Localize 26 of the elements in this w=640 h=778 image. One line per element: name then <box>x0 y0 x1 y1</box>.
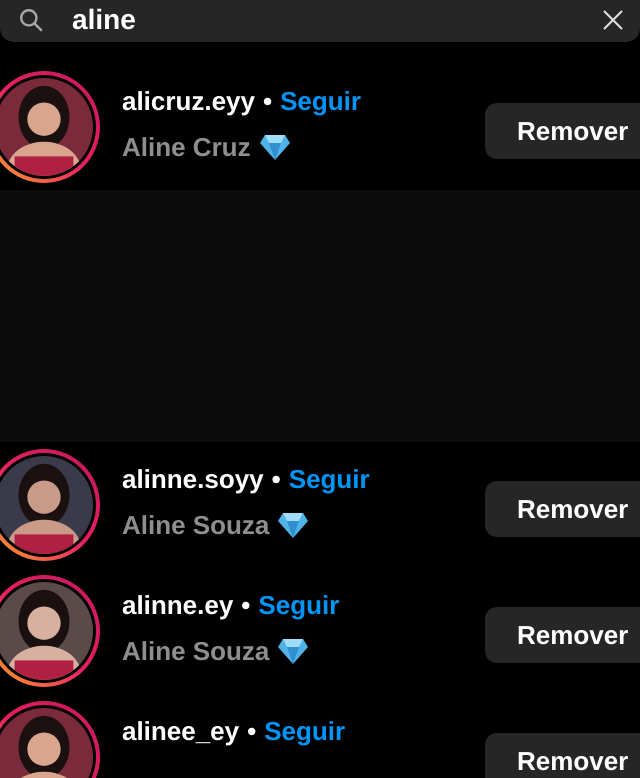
separator: • <box>262 84 272 117</box>
full-name: Aline Souza <box>122 635 270 668</box>
full-name: Aline Souza <box>122 509 270 542</box>
username[interactable]: alicruz.eyy <box>122 84 255 117</box>
remove-button[interactable]: Remover <box>485 733 640 778</box>
remove-button[interactable]: Remover <box>485 607 640 663</box>
search-icon <box>18 7 44 33</box>
full-name: Aline Cruz <box>122 131 251 164</box>
follow-link[interactable]: Seguir <box>280 84 362 117</box>
search-field[interactable]: aline <box>0 0 640 42</box>
username[interactable]: alinee_ey <box>122 715 240 748</box>
search-value: aline <box>72 6 137 34</box>
separator: • <box>241 588 250 621</box>
remove-button[interactable]: Remover <box>485 481 640 537</box>
separator: • <box>247 715 256 748</box>
username[interactable]: alinne.ey <box>122 588 234 621</box>
diamond-icon <box>258 133 291 162</box>
follow-link[interactable]: Seguir <box>258 588 340 621</box>
diamond-icon <box>277 637 310 666</box>
separator: • <box>272 462 281 495</box>
remove-button[interactable]: Remover <box>485 103 640 159</box>
close-icon[interactable] <box>602 9 624 31</box>
diamond-icon <box>277 511 310 540</box>
follow-link[interactable]: Seguir <box>288 462 370 495</box>
username[interactable]: alinne.soyy <box>122 462 264 495</box>
follow-link[interactable]: Seguir <box>264 715 346 748</box>
